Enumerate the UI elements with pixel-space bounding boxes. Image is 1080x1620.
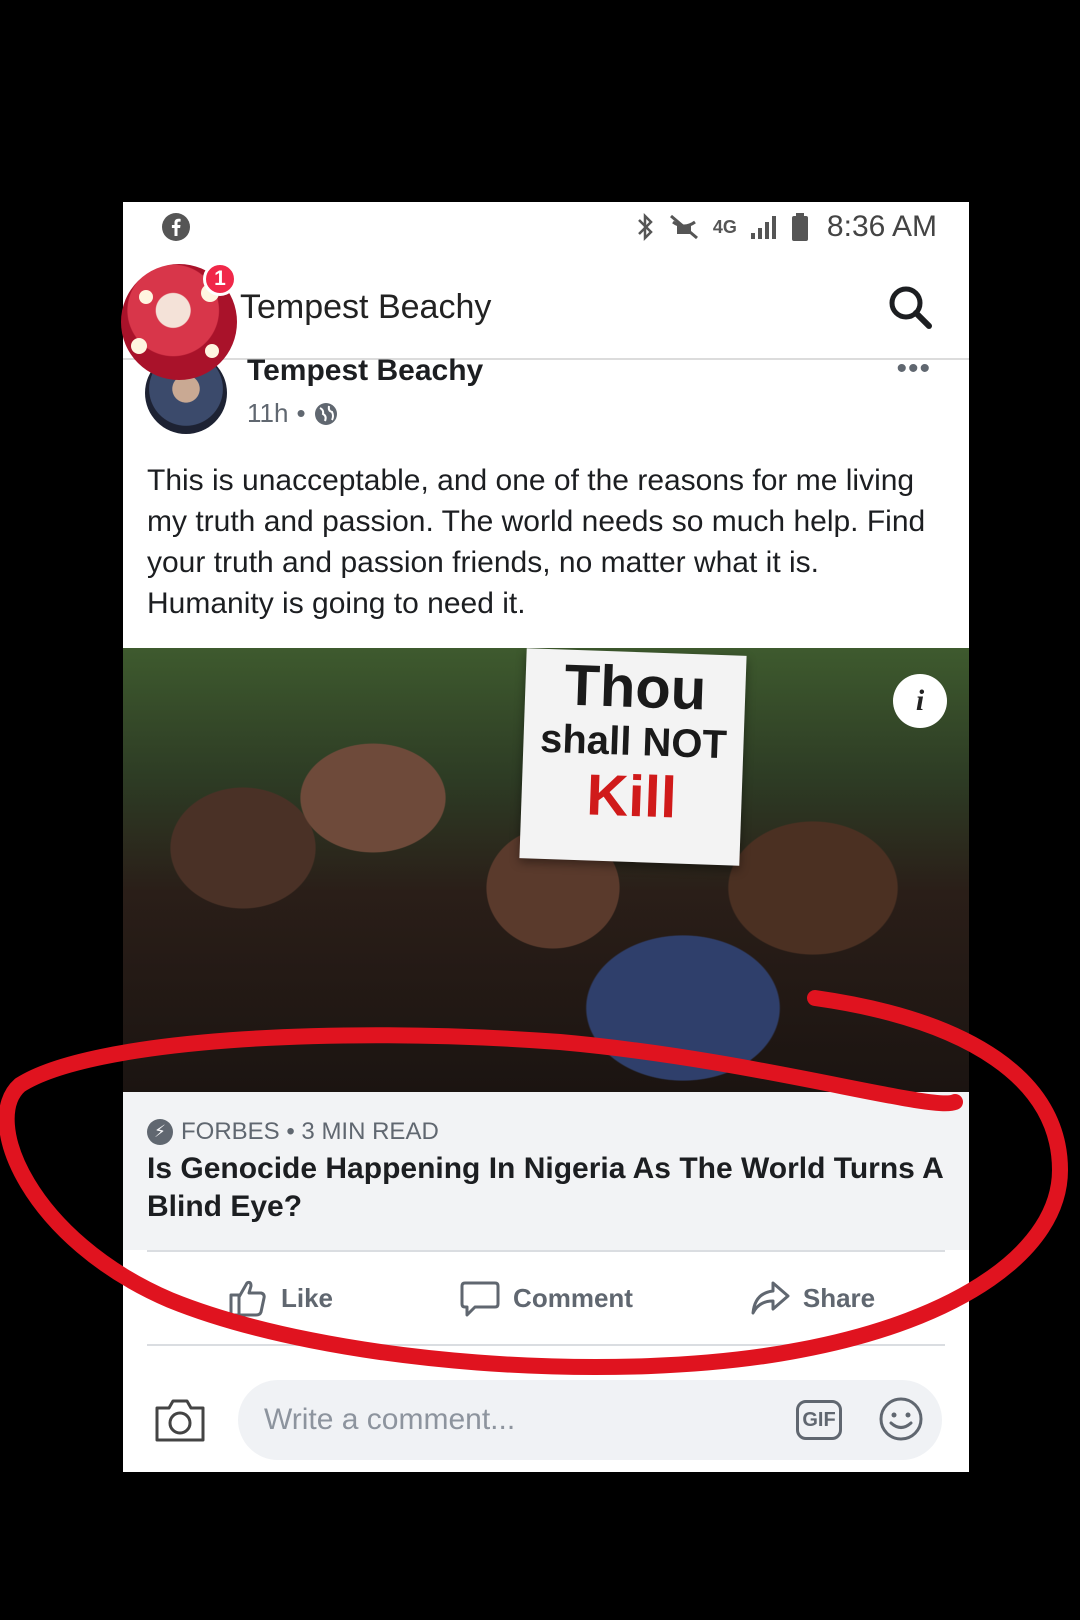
comment-icon [460,1281,500,1317]
notification-badge: 1 [203,262,237,296]
gif-button[interactable]: GIF [796,1400,842,1440]
sign-line-3: Kill [585,762,678,831]
avatar-decoration [131,338,147,354]
clock: 8:36 AM [826,210,937,243]
like-button[interactable]: Like [147,1252,413,1344]
search-icon[interactable] [887,284,933,330]
thumbs-up-icon [229,1280,266,1317]
protest-sign: Thou shall NOT Kill [519,648,747,866]
more-options-button[interactable]: ••• [896,352,931,386]
network-type: 4G [712,216,737,237]
info-icon[interactable]: i [893,674,947,728]
emoji-icon[interactable] [878,1396,924,1442]
post-time[interactable]: 11h [247,398,288,429]
signal-icon [750,216,776,239]
meta-separator: • [296,398,306,428]
bluetooth-icon [638,212,653,242]
globe-icon [314,402,337,425]
sign-line-2: shall NOT [539,716,728,768]
link-preview-footer[interactable]: ⚡ FORBES • 3 MIN READ Is Genocide Happen… [123,1092,969,1250]
profile-shortcut[interactable]: 1 [121,202,253,402]
link-headline[interactable]: Is Genocide Happening In Nigeria As The … [147,1150,947,1226]
share-button[interactable]: Share [679,1252,945,1344]
instant-article-icon: ⚡ [147,1119,173,1145]
comment-bar: GIF [123,1372,969,1472]
post-author[interactable]: Tempest Beachy [247,354,483,388]
link-source: ⚡ FORBES • 3 MIN READ [147,1118,439,1146]
sign-line-1: Thou [563,652,708,723]
comment-button[interactable]: Comment [413,1252,679,1344]
avatar-decoration [139,290,153,304]
mute-icon [669,214,698,240]
link-source-text: FORBES • 3 MIN READ [181,1118,439,1145]
share-icon [751,1281,790,1315]
like-label: Like [280,1282,334,1313]
post-actions: Like Comment Share [147,1250,945,1346]
post-text: This is unacceptable, and one of the rea… [147,464,926,620]
post-meta: 11h • [247,398,338,429]
page-title: Tempest Beachy [240,288,492,326]
share-label: Share [802,1282,876,1313]
battery-icon [791,213,808,241]
avatar-decoration [205,344,219,358]
status-icons: 4G 8:36 AM [635,210,937,244]
link-preview-image[interactable]: Thou shall NOT Kill i [123,648,969,1092]
camera-icon[interactable] [153,1396,207,1444]
comment-label: Comment [513,1282,633,1313]
